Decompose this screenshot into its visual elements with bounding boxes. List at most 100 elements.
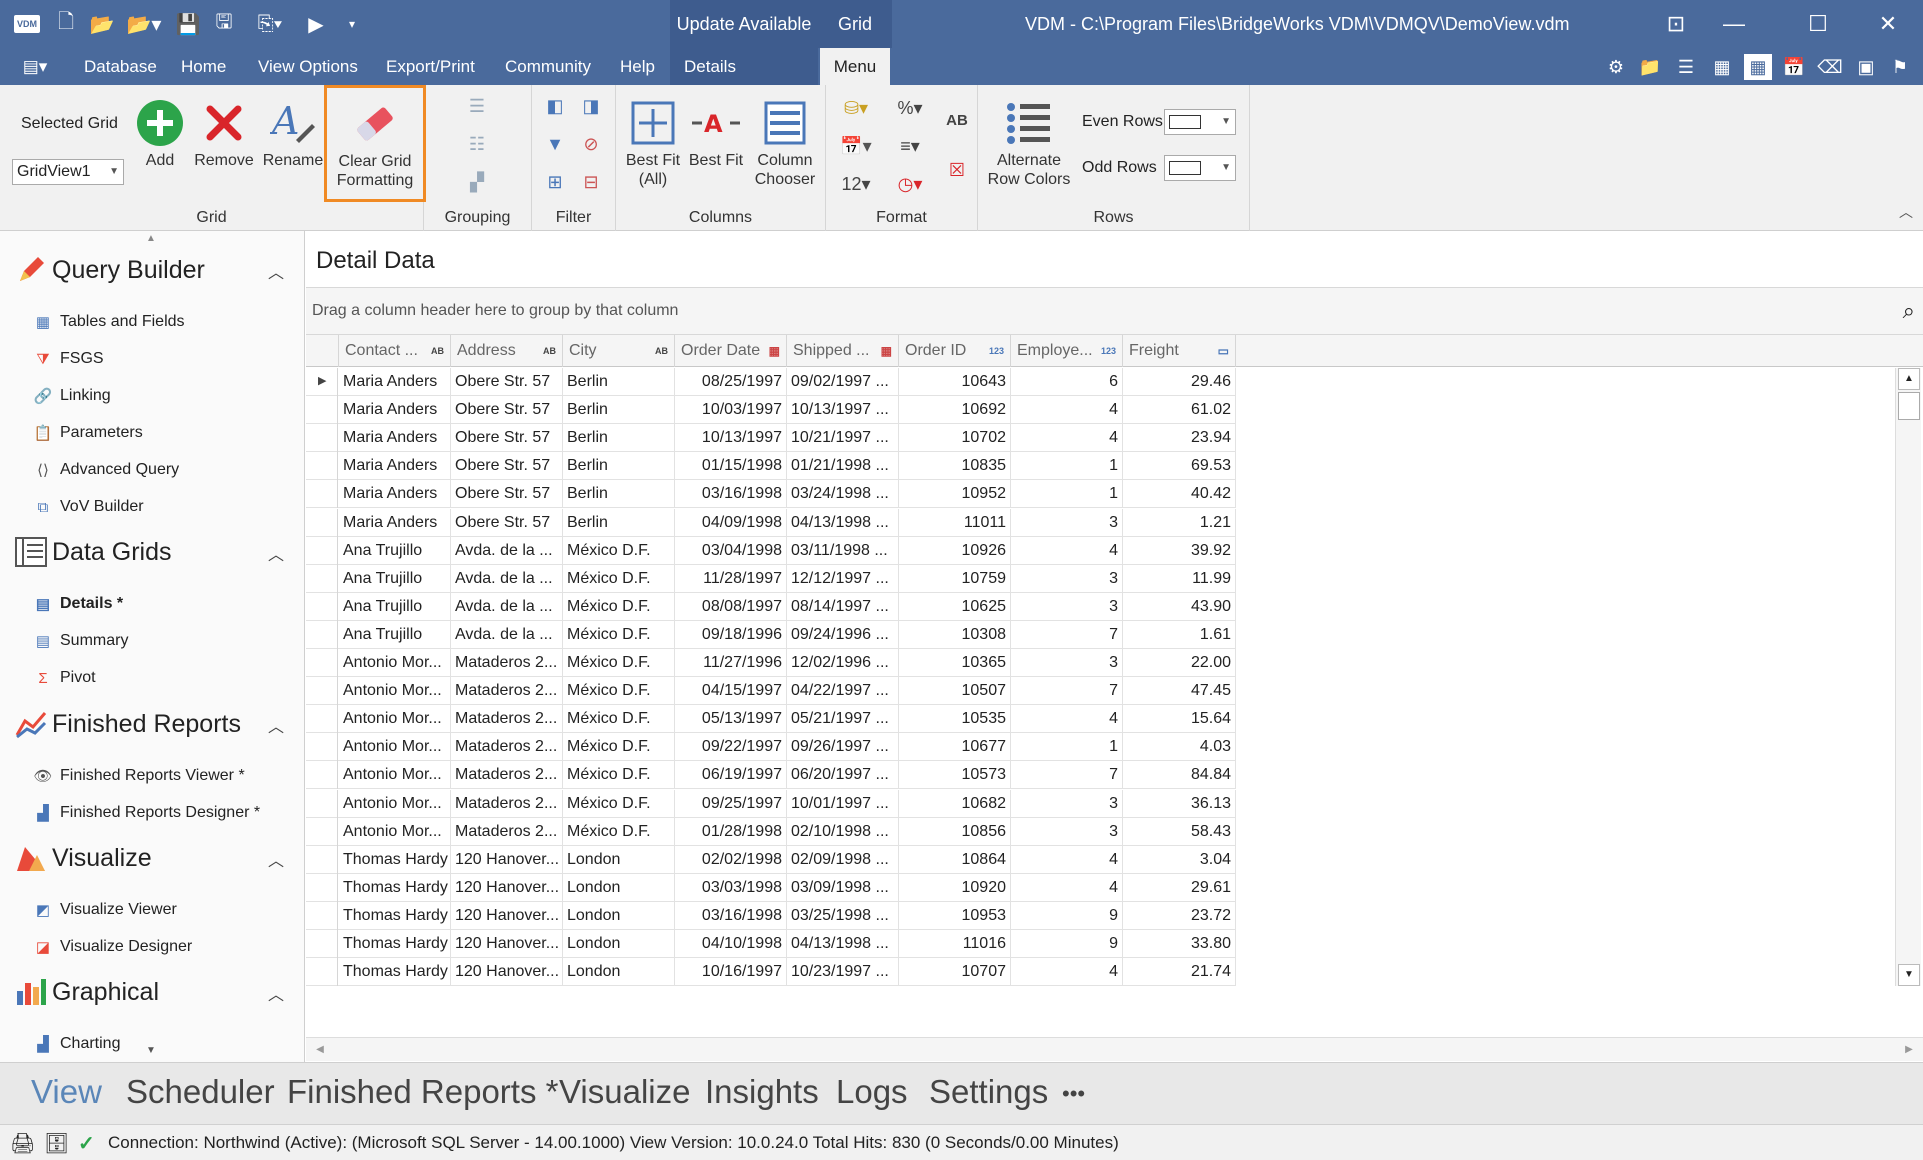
- cell-freight[interactable]: 39.92: [1123, 536, 1236, 565]
- save-as-icon[interactable]: 🖫: [210, 8, 238, 40]
- cell-address[interactable]: Obere Str. 57: [451, 396, 563, 425]
- cell-address[interactable]: Avda. de la ...: [451, 620, 563, 649]
- table-row[interactable]: Ana Trujillo Avda. de la ... México D.F. 03…: [306, 536, 1236, 565]
- cell-order-date[interactable]: 04/09/1998: [675, 508, 787, 537]
- row-indicator[interactable]: [306, 789, 338, 818]
- cell-employee[interactable]: 3: [1011, 564, 1123, 593]
- row-indicator[interactable]: [306, 424, 338, 453]
- cell-contact[interactable]: Maria Anders: [339, 368, 451, 396]
- row-indicator[interactable]: [306, 620, 338, 649]
- percent-format-button[interactable]: % ▾: [890, 95, 930, 121]
- cell-address[interactable]: Avda. de la ...: [451, 564, 563, 593]
- tab-insights[interactable]: Insights: [705, 1073, 819, 1111]
- cell-shipped[interactable]: 10/21/1997 ...: [787, 424, 899, 453]
- cell-employee[interactable]: 3: [1011, 592, 1123, 621]
- cell-order-id[interactable]: 10535: [899, 705, 1011, 734]
- table-row[interactable]: Thomas Hardy 120 Hanover... London 02/02/19…: [306, 845, 1236, 874]
- cell-contact[interactable]: Ana Trujillo: [339, 592, 451, 621]
- cell-address[interactable]: Avda. de la ...: [451, 536, 563, 565]
- column-header-order-id[interactable]: Order ID 123: [899, 335, 1011, 367]
- cell-employee[interactable]: 4: [1011, 958, 1123, 986]
- cell-order-id[interactable]: 10702: [899, 424, 1011, 453]
- best-fit-button[interactable]: A Best Fit: [686, 99, 746, 170]
- cell-city[interactable]: México D.F.: [563, 761, 675, 790]
- cell-employee[interactable]: 9: [1011, 930, 1123, 958]
- cell-contact[interactable]: Thomas Hardy: [339, 901, 451, 930]
- cell-city[interactable]: London: [563, 901, 675, 930]
- cell-address[interactable]: 120 Hanover...: [451, 958, 563, 986]
- cell-freight[interactable]: 43.90: [1123, 592, 1236, 621]
- cell-order-date[interactable]: 01/28/1998: [675, 817, 787, 846]
- tab-logs[interactable]: Logs: [836, 1073, 908, 1111]
- maximize-button[interactable]: ☐: [1790, 0, 1846, 48]
- table-row[interactable]: Maria Anders Obere Str. 57 Berlin 04/09/199…: [306, 508, 1236, 537]
- cell-freight[interactable]: 40.42: [1123, 480, 1236, 509]
- time-format-icon[interactable]: ◷▾: [890, 171, 930, 197]
- section-data-grids[interactable]: Data Grids: [14, 535, 171, 569]
- cell-contact[interactable]: Ana Trujillo: [339, 564, 451, 593]
- collapse-groups-icon[interactable]: ▞: [464, 169, 490, 195]
- cell-order-date[interactable]: 03/16/1998: [675, 480, 787, 509]
- table-row[interactable]: Thomas Hardy 120 Hanover... London 10/16/19…: [306, 958, 1236, 986]
- nav-item-fsgs[interactable]: ⧩ FSGS: [32, 348, 103, 370]
- cell-contact[interactable]: Maria Anders: [339, 508, 451, 537]
- cell-freight[interactable]: 29.61: [1123, 873, 1236, 902]
- cell-freight[interactable]: 3.04: [1123, 845, 1236, 874]
- cell-shipped[interactable]: 06/20/1997 ...: [787, 761, 899, 790]
- scroll-thumb[interactable]: [1898, 392, 1920, 420]
- cell-employee[interactable]: 4: [1011, 845, 1123, 874]
- cell-freight[interactable]: 15.64: [1123, 705, 1236, 734]
- cell-order-date[interactable]: 09/22/1997: [675, 733, 787, 762]
- nav-item-pivot[interactable]: Σ Pivot: [32, 667, 95, 689]
- cell-freight[interactable]: 4.03: [1123, 733, 1236, 762]
- cell-address[interactable]: 120 Hanover...: [451, 845, 563, 874]
- number-format-button[interactable]: 12 ▾: [836, 171, 876, 197]
- cell-city[interactable]: London: [563, 873, 675, 902]
- cell-employee[interactable]: 6: [1011, 368, 1123, 396]
- cell-order-date[interactable]: 05/13/1997: [675, 705, 787, 734]
- cell-address[interactable]: 120 Hanover...: [451, 930, 563, 958]
- cell-contact[interactable]: Antonio Mor...: [339, 761, 451, 790]
- cell-freight[interactable]: 23.94: [1123, 424, 1236, 453]
- clear-grid-formatting-button[interactable]: Clear Grid Formatting: [324, 85, 426, 202]
- cell-address[interactable]: Mataderos 2...: [451, 705, 563, 734]
- clear-format-icon[interactable]: ☒: [942, 157, 972, 183]
- cell-freight[interactable]: 84.84: [1123, 761, 1236, 790]
- chip-icon[interactable]: ▣: [1852, 54, 1880, 80]
- filter-rule-icon[interactable]: ⊟: [578, 169, 604, 195]
- cell-freight[interactable]: 69.53: [1123, 452, 1236, 481]
- cell-shipped[interactable]: 08/14/1997 ...: [787, 592, 899, 621]
- cell-order-date[interactable]: 08/25/1997: [675, 368, 787, 396]
- cell-city[interactable]: México D.F.: [563, 620, 675, 649]
- row-indicator[interactable]: [306, 677, 338, 706]
- open-folder-icon[interactable]: 📂: [88, 8, 116, 40]
- cell-shipped[interactable]: 10/01/1997 ...: [787, 789, 899, 818]
- add-grid-button[interactable]: Add: [132, 99, 188, 170]
- cell-address[interactable]: Mataderos 2...: [451, 761, 563, 790]
- nav-item-linking[interactable]: 🔗 Linking: [32, 385, 111, 407]
- cell-order-id[interactable]: 10707: [899, 958, 1011, 986]
- odd-rows-color-picker[interactable]: ▼: [1164, 155, 1236, 181]
- selected-grid-combo[interactable]: GridView1 ▼: [12, 159, 124, 185]
- cell-freight[interactable]: 33.80: [1123, 930, 1236, 958]
- text-format-button[interactable]: AB: [942, 107, 972, 133]
- cell-shipped[interactable]: 04/13/1998 ...: [787, 508, 899, 537]
- cell-shipped[interactable]: 01/21/1998 ...: [787, 452, 899, 481]
- cell-order-id[interactable]: 10643: [899, 368, 1011, 396]
- menu-database[interactable]: Database: [84, 48, 157, 85]
- cell-contact[interactable]: Ana Trujillo: [339, 620, 451, 649]
- nav-item-tables-and-fields[interactable]: ▦ Tables and Fields: [32, 311, 185, 333]
- cell-contact[interactable]: Antonio Mor...: [339, 789, 451, 818]
- row-indicator[interactable]: [306, 901, 338, 930]
- row-indicator[interactable]: [306, 733, 338, 762]
- menu-home[interactable]: Home: [181, 48, 226, 85]
- cell-employee[interactable]: 1: [1011, 733, 1123, 762]
- cell-contact[interactable]: Maria Anders: [339, 424, 451, 453]
- cell-contact[interactable]: Thomas Hardy: [339, 930, 451, 958]
- eraser-icon[interactable]: ⌫: [1816, 54, 1844, 80]
- cell-order-date[interactable]: 03/03/1998: [675, 873, 787, 902]
- database-icon[interactable]: 🗄: [44, 1131, 69, 1156]
- nav-item-details[interactable]: ▤ Details *: [32, 593, 123, 615]
- save-icon[interactable]: 💾: [174, 8, 202, 40]
- row-indicator[interactable]: [306, 564, 338, 593]
